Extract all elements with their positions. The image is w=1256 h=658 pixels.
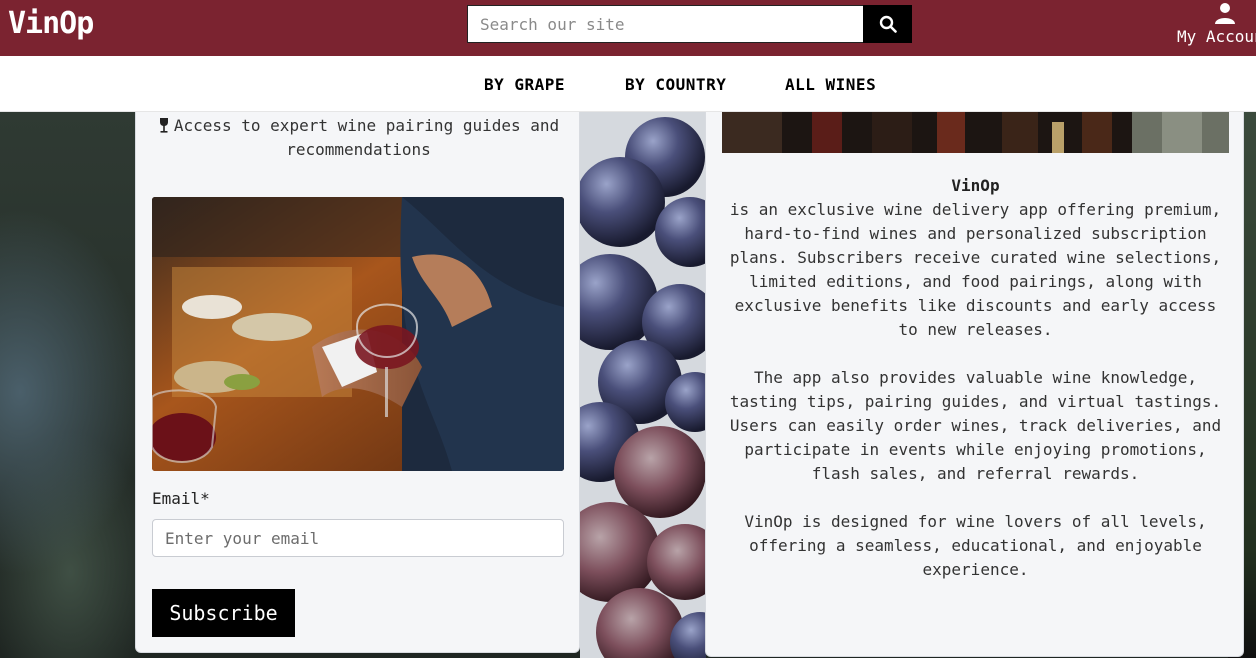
wine-glass-icon <box>159 118 168 133</box>
wine-shelf-photo <box>722 112 1229 153</box>
nav-all-wines[interactable]: ALL WINES <box>785 75 876 94</box>
search-input[interactable] <box>467 5 863 43</box>
email-label: Email* <box>152 489 210 508</box>
nav-by-grape[interactable]: BY GRAPE <box>484 75 565 94</box>
search-button[interactable] <box>863 5 912 43</box>
wine-tasting-photo <box>152 197 564 471</box>
my-account-link[interactable]: My Account <box>1176 0 1256 56</box>
grapes-image <box>580 112 706 658</box>
person-icon <box>1215 3 1235 24</box>
my-account-label: My Account <box>1177 27 1256 46</box>
email-field[interactable] <box>152 519 564 557</box>
top-header: VinOp My Account <box>0 0 1256 56</box>
search-icon <box>879 15 897 33</box>
search-bar <box>467 5 912 43</box>
subscribe-button[interactable]: Subscribe <box>152 589 295 637</box>
benefit-item: Access to expert wine pairing guides and… <box>146 114 571 162</box>
about-text: VinOp is an exclusive wine delivery app … <box>724 174 1227 582</box>
about-paragraph-1: is an exclusive wine delivery app offeri… <box>729 200 1222 339</box>
about-card: VinOp is an exclusive wine delivery app … <box>705 112 1244 657</box>
brand-logo[interactable]: VinOp <box>8 6 94 41</box>
benefit-text: Access to expert wine pairing guides and… <box>173 116 560 159</box>
about-paragraph-2: The app also provides valuable wine know… <box>729 368 1222 483</box>
nav-by-country[interactable]: BY COUNTRY <box>625 75 726 94</box>
about-paragraph-3: VinOp is designed for wine lovers of all… <box>744 512 1207 579</box>
category-nav: BY GRAPE BY COUNTRY ALL WINES <box>0 56 1256 112</box>
about-title: VinOp <box>951 176 1000 195</box>
subscribe-card: Access to expert wine pairing guides and… <box>135 112 580 653</box>
